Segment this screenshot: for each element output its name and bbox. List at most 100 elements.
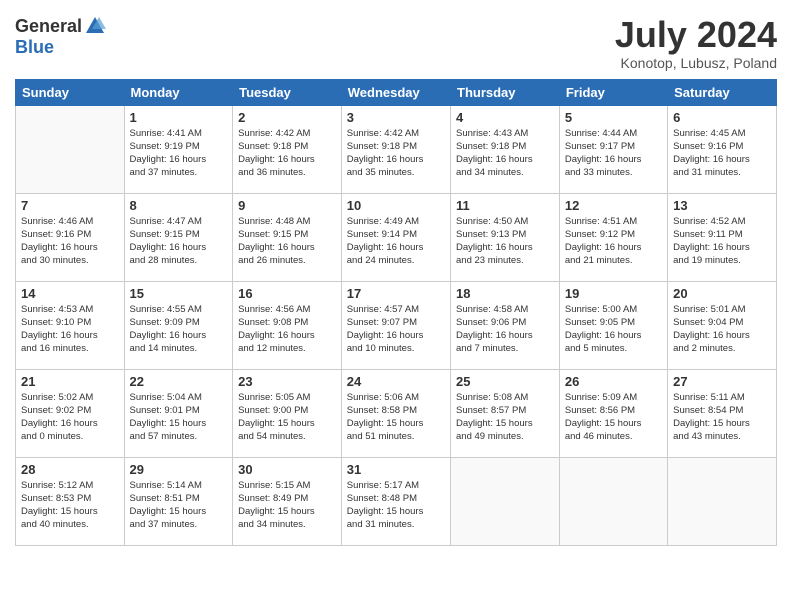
day-info: Sunrise: 5:05 AM Sunset: 9:00 PM Dayligh… (238, 391, 336, 444)
title-area: July 2024 Konotop, Lubusz, Poland (615, 15, 777, 71)
day-number: 17 (347, 286, 445, 301)
calendar-cell: 12Sunrise: 4:51 AM Sunset: 9:12 PM Dayli… (559, 193, 667, 281)
day-info: Sunrise: 4:43 AM Sunset: 9:18 PM Dayligh… (456, 127, 554, 180)
calendar-cell: 31 Sunrise: 5:17 AM Sunset: 8:48 PM Dayli… (341, 457, 450, 545)
calendar-cell: 17 Sunrise: 4:57 AM Sunset: 9:07 PM Dayli… (341, 281, 450, 369)
logo: General Blue (15, 15, 106, 58)
day-info: Sunrise: 4:58 AM Sunset: 9:06 PM Dayligh… (456, 303, 554, 356)
calendar-table: SundayMondayTuesdayWednesdayThursdayFrid… (15, 79, 777, 546)
calendar-cell (668, 457, 777, 545)
day-info: Sunrise: 4:52 AM Sunset: 9:11 PM Dayligh… (673, 215, 771, 268)
day-number: 13 (673, 198, 771, 213)
calendar-cell: 10 Sunrise: 4:49 AM Sunset: 9:14 PM Dayli… (341, 193, 450, 281)
calendar-week-5: 28Sunrise: 5:12 AM Sunset: 8:53 PM Dayli… (16, 457, 777, 545)
day-number: 9 (238, 198, 336, 213)
day-number: 26 (565, 374, 662, 389)
day-info: Sunrise: 4:44 AM Sunset: 9:17 PM Dayligh… (565, 127, 662, 180)
day-info: Sunrise: 5:11 AM Sunset: 8:54 PM Dayligh… (673, 391, 771, 444)
day-info: Sunrise: 5:17 AM Sunset: 8:48 PM Dayligh… (347, 479, 445, 532)
day-number: 27 (673, 374, 771, 389)
calendar-cell: 18 Sunrise: 4:58 AM Sunset: 9:06 PM Dayli… (451, 281, 560, 369)
day-number: 20 (673, 286, 771, 301)
logo-icon (84, 15, 106, 37)
calendar-cell: 7 Sunrise: 4:46 AM Sunset: 9:16 PM Daylig… (16, 193, 125, 281)
day-number: 4 (456, 110, 554, 125)
calendar-cell: 6 Sunrise: 4:45 AM Sunset: 9:16 PM Daylig… (668, 105, 777, 193)
logo-blue-text: Blue (15, 37, 54, 58)
day-number: 28 (21, 462, 119, 477)
day-info: Sunrise: 4:55 AM Sunset: 9:09 PM Dayligh… (130, 303, 228, 356)
calendar-cell: 30 Sunrise: 5:15 AM Sunset: 8:49 PM Dayli… (233, 457, 342, 545)
day-number: 6 (673, 110, 771, 125)
calendar-cell: 2 Sunrise: 4:42 AM Sunset: 9:18 PM Daylig… (233, 105, 342, 193)
day-info: Sunrise: 5:04 AM Sunset: 9:01 PM Dayligh… (130, 391, 228, 444)
column-header-monday: Monday (124, 79, 233, 105)
calendar-cell: 20 Sunrise: 5:01 AM Sunset: 9:04 PM Dayli… (668, 281, 777, 369)
calendar-cell: 27 Sunrise: 5:11 AM Sunset: 8:54 PM Dayli… (668, 369, 777, 457)
calendar-cell: 25Sunrise: 5:08 AM Sunset: 8:57 PM Dayli… (451, 369, 560, 457)
column-header-thursday: Thursday (451, 79, 560, 105)
day-info: Sunrise: 4:50 AM Sunset: 9:13 PM Dayligh… (456, 215, 554, 268)
day-number: 16 (238, 286, 336, 301)
day-info: Sunrise: 4:57 AM Sunset: 9:07 PM Dayligh… (347, 303, 445, 356)
calendar-cell: 13 Sunrise: 4:52 AM Sunset: 9:11 PM Dayli… (668, 193, 777, 281)
day-info: Sunrise: 4:56 AM Sunset: 9:08 PM Dayligh… (238, 303, 336, 356)
day-info: Sunrise: 5:14 AM Sunset: 8:51 PM Dayligh… (130, 479, 228, 532)
day-info: Sunrise: 4:42 AM Sunset: 9:18 PM Dayligh… (238, 127, 336, 180)
day-number: 23 (238, 374, 336, 389)
calendar-cell: 15Sunrise: 4:55 AM Sunset: 9:09 PM Dayli… (124, 281, 233, 369)
day-info: Sunrise: 5:01 AM Sunset: 9:04 PM Dayligh… (673, 303, 771, 356)
day-number: 22 (130, 374, 228, 389)
calendar-cell: 16 Sunrise: 4:56 AM Sunset: 9:08 PM Dayli… (233, 281, 342, 369)
calendar-body: 1 Sunrise: 4:41 AM Sunset: 9:19 PM Daylig… (16, 105, 777, 545)
day-number: 29 (130, 462, 228, 477)
column-header-sunday: Sunday (16, 79, 125, 105)
calendar-cell: 4 Sunrise: 4:43 AM Sunset: 9:18 PM Daylig… (451, 105, 560, 193)
day-number: 14 (21, 286, 119, 301)
calendar-cell: 24Sunrise: 5:06 AM Sunset: 8:58 PM Dayli… (341, 369, 450, 457)
calendar-cell: 28Sunrise: 5:12 AM Sunset: 8:53 PM Dayli… (16, 457, 125, 545)
calendar-cell: 3 Sunrise: 4:42 AM Sunset: 9:18 PM Daylig… (341, 105, 450, 193)
day-number: 30 (238, 462, 336, 477)
calendar-cell: 11 Sunrise: 4:50 AM Sunset: 9:13 PM Dayli… (451, 193, 560, 281)
calendar-cell: 19Sunrise: 5:00 AM Sunset: 9:05 PM Dayli… (559, 281, 667, 369)
day-number: 3 (347, 110, 445, 125)
day-info: Sunrise: 4:46 AM Sunset: 9:16 PM Dayligh… (21, 215, 119, 268)
day-number: 7 (21, 198, 119, 213)
calendar-week-2: 7 Sunrise: 4:46 AM Sunset: 9:16 PM Daylig… (16, 193, 777, 281)
month-year-title: July 2024 (615, 15, 777, 55)
column-header-tuesday: Tuesday (233, 79, 342, 105)
calendar-header-row: SundayMondayTuesdayWednesdayThursdayFrid… (16, 79, 777, 105)
calendar-cell: 9 Sunrise: 4:48 AM Sunset: 9:15 PM Daylig… (233, 193, 342, 281)
day-info: Sunrise: 4:41 AM Sunset: 9:19 PM Dayligh… (130, 127, 228, 180)
day-info: Sunrise: 4:47 AM Sunset: 9:15 PM Dayligh… (130, 215, 228, 268)
day-number: 8 (130, 198, 228, 213)
calendar-cell: 23 Sunrise: 5:05 AM Sunset: 9:00 PM Dayli… (233, 369, 342, 457)
day-info: Sunrise: 4:53 AM Sunset: 9:10 PM Dayligh… (21, 303, 119, 356)
calendar-cell: 8 Sunrise: 4:47 AM Sunset: 9:15 PM Daylig… (124, 193, 233, 281)
day-number: 5 (565, 110, 662, 125)
day-info: Sunrise: 5:09 AM Sunset: 8:56 PM Dayligh… (565, 391, 662, 444)
day-info: Sunrise: 5:15 AM Sunset: 8:49 PM Dayligh… (238, 479, 336, 532)
column-header-saturday: Saturday (668, 79, 777, 105)
calendar-week-4: 21Sunrise: 5:02 AM Sunset: 9:02 PM Dayli… (16, 369, 777, 457)
day-number: 1 (130, 110, 228, 125)
day-info: Sunrise: 4:45 AM Sunset: 9:16 PM Dayligh… (673, 127, 771, 180)
calendar-cell: 29 Sunrise: 5:14 AM Sunset: 8:51 PM Dayli… (124, 457, 233, 545)
calendar-week-1: 1 Sunrise: 4:41 AM Sunset: 9:19 PM Daylig… (16, 105, 777, 193)
day-number: 10 (347, 198, 445, 213)
day-number: 19 (565, 286, 662, 301)
day-number: 2 (238, 110, 336, 125)
column-header-wednesday: Wednesday (341, 79, 450, 105)
day-number: 18 (456, 286, 554, 301)
day-number: 11 (456, 198, 554, 213)
day-number: 31 (347, 462, 445, 477)
page: General Blue July 2024 Konotop, Lubusz, … (0, 0, 792, 612)
logo-general-text: General (15, 16, 82, 37)
day-info: Sunrise: 5:08 AM Sunset: 8:57 PM Dayligh… (456, 391, 554, 444)
day-info: Sunrise: 4:49 AM Sunset: 9:14 PM Dayligh… (347, 215, 445, 268)
day-info: Sunrise: 4:48 AM Sunset: 9:15 PM Dayligh… (238, 215, 336, 268)
calendar-cell (559, 457, 667, 545)
day-info: Sunrise: 4:42 AM Sunset: 9:18 PM Dayligh… (347, 127, 445, 180)
calendar-cell: 14 Sunrise: 4:53 AM Sunset: 9:10 PM Dayli… (16, 281, 125, 369)
